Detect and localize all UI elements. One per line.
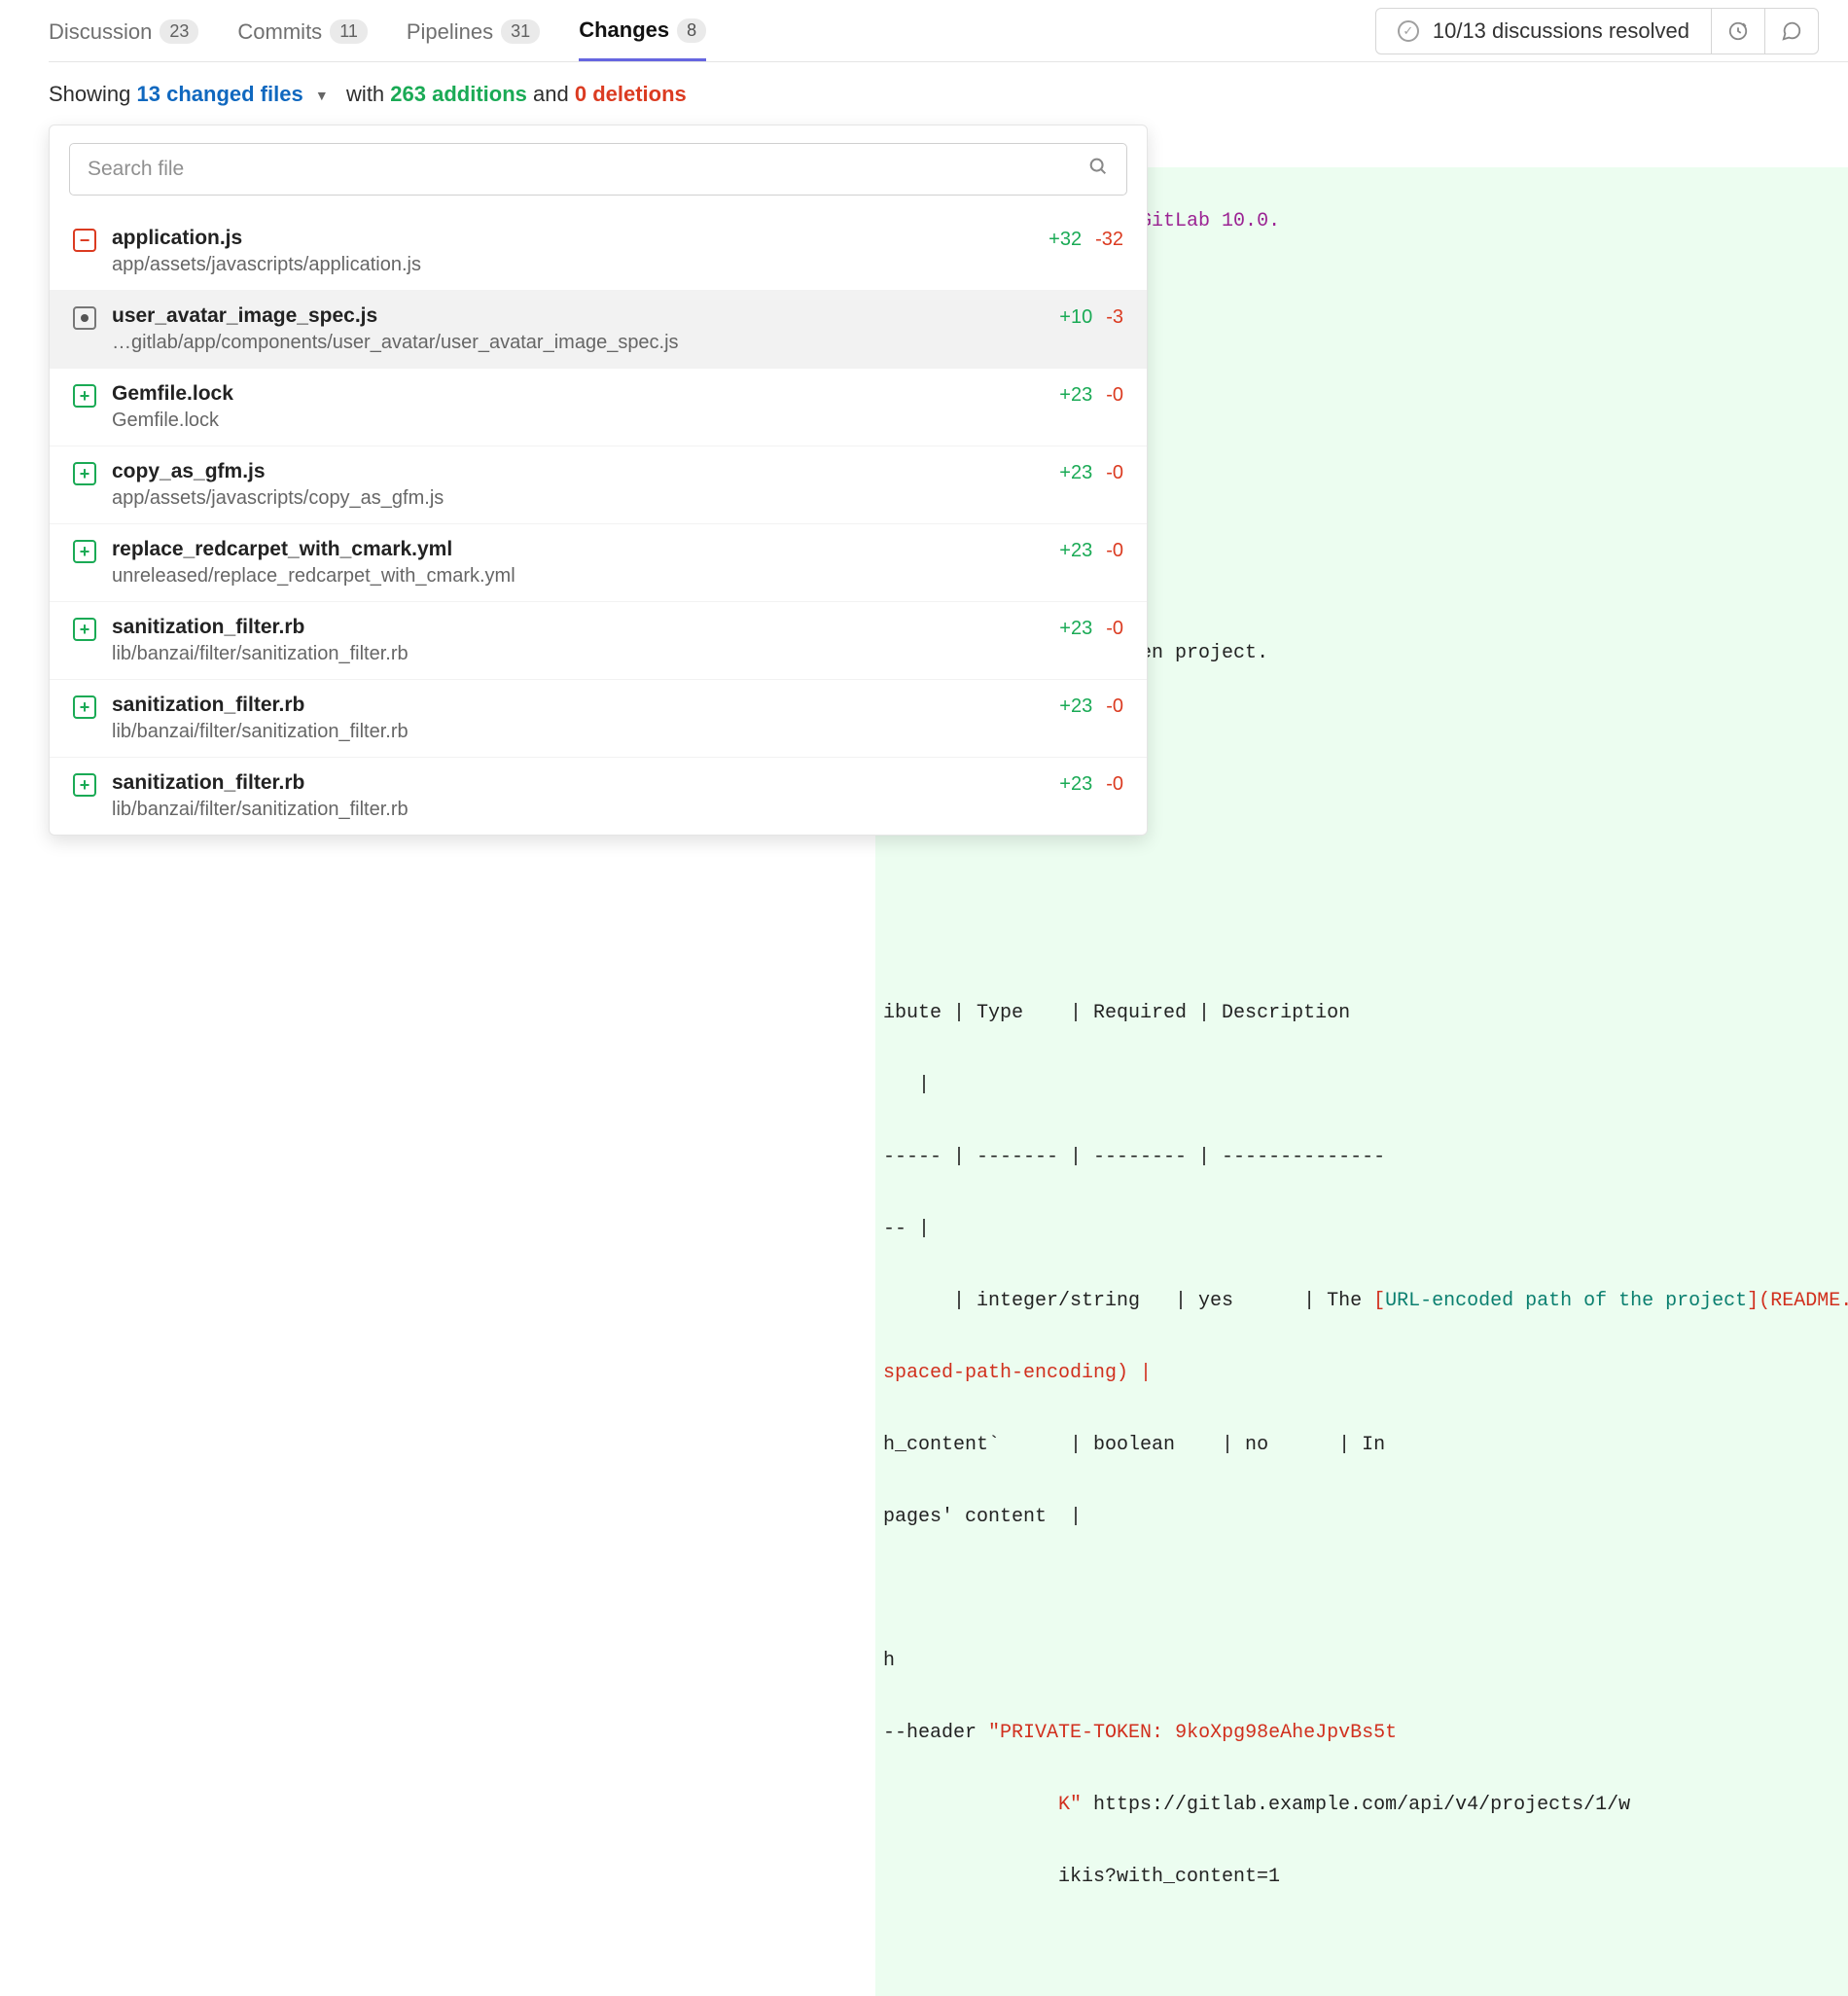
file-name: Gemfile.lock: [112, 382, 1044, 406]
deletions: -0: [1106, 695, 1123, 718]
file-name: application.js: [112, 227, 1033, 250]
file-path: app/assets/javascripts/application.js: [112, 254, 1033, 276]
file-path: lib/banzai/filter/sanitization_filter.rb: [112, 721, 1044, 743]
file-name: sanitization_filter.rb: [112, 616, 1044, 639]
deletions: -0: [1106, 540, 1123, 562]
file-added-icon: +: [73, 618, 96, 641]
tab-label: Discussion: [49, 19, 152, 45]
file-added-icon: +: [73, 462, 96, 485]
additions: +23: [1059, 540, 1092, 562]
file-path: lib/banzai/filter/sanitization_filter.rb: [112, 643, 1044, 665]
tab-badge: 23: [160, 19, 198, 44]
resolved-status: ✓ 10/13 discussions resolved: [1376, 9, 1711, 53]
file-name: replace_redcarpet_with_cmark.yml: [112, 538, 1044, 561]
file-item[interactable]: user_avatar_image_spec.js …gitlab/app/com…: [50, 290, 1147, 368]
file-added-icon: +: [73, 540, 96, 563]
file-path: lib/banzai/filter/sanitization_filter.rb: [112, 799, 1044, 821]
discussion-controls: ✓ 10/13 discussions resolved: [1375, 8, 1848, 54]
tab-label: Commits: [237, 19, 322, 45]
tab-badge: 11: [330, 19, 368, 44]
deletions: -0: [1106, 773, 1123, 796]
file-stats: +10 -3: [1059, 304, 1123, 329]
file-item[interactable]: −application.js app/assets/javascripts/ap…: [50, 213, 1147, 290]
additions: +23: [1059, 773, 1092, 796]
changes-summary: Showing 13 changed files ▼ with 263 addi…: [49, 62, 1848, 125]
file-added-icon: +: [73, 773, 96, 797]
file-path: unreleased/replace_redcarpet_with_cmark.…: [112, 565, 1044, 588]
file-stats: +23 -0: [1059, 460, 1123, 484]
tabs-row: Discussion 23 Commits 11 Pipelines 31 Ch…: [49, 0, 1848, 62]
file-item[interactable]: + copy_as_gfm.js app/assets/javascripts/co…: [50, 446, 1147, 523]
jump-unresolved-button[interactable]: [1764, 9, 1818, 53]
resolved-box: ✓ 10/13 discussions resolved: [1375, 8, 1819, 54]
file-path: …gitlab/app/components/user_avatar/user_…: [112, 332, 1044, 354]
additions: +23: [1059, 618, 1092, 640]
file-item[interactable]: + replace_redcarpet_with_cmark.ymlunrelea…: [50, 523, 1147, 601]
file-stats: +23 -0: [1059, 538, 1123, 562]
changed-files-dropdown[interactable]: 13 changed files ▼: [137, 82, 335, 106]
additions: +23: [1059, 695, 1092, 718]
file-stats: +32 -32: [1048, 227, 1123, 251]
search-icon: [1087, 156, 1109, 183]
file-dropdown-panel: −application.js app/assets/javascripts/ap…: [49, 125, 1148, 836]
file-added-icon: +: [73, 695, 96, 719]
additions: +23: [1059, 462, 1092, 484]
file-added-icon: +: [73, 384, 96, 408]
tab-discussion[interactable]: Discussion 23: [49, 18, 198, 61]
tab-badge: 31: [501, 19, 540, 44]
file-stats: +23 -0: [1059, 771, 1123, 796]
file-search: [69, 143, 1127, 196]
file-stats: +23 -0: [1059, 382, 1123, 407]
file-name: sanitization_filter.rb: [112, 771, 1044, 795]
deletions: -3: [1106, 306, 1123, 329]
summary-additions: 263 additions: [390, 82, 527, 106]
file-name: copy_as_gfm.js: [112, 460, 1044, 483]
file-stats: +23 -0: [1059, 694, 1123, 718]
tab-label: Changes: [579, 18, 669, 43]
tab-changes[interactable]: Changes 8: [579, 18, 706, 61]
summary-showing: Showing: [49, 82, 130, 106]
summary-with: with: [346, 82, 384, 106]
tab-label: Pipelines: [407, 19, 493, 45]
file-item[interactable]: + sanitization_filter.rb lib/banzai/filter…: [50, 757, 1147, 835]
additions: +32: [1048, 229, 1082, 251]
file-item[interactable]: + sanitization_filter.rb lib/banzai/filter…: [50, 601, 1147, 679]
file-changed-icon: [73, 306, 96, 330]
file-name: user_avatar_image_spec.js: [112, 304, 1044, 328]
file-path: Gemfile.lock: [112, 410, 1044, 432]
file-name: sanitization_filter.rb: [112, 694, 1044, 717]
deletions: -0: [1106, 384, 1123, 407]
additions: +10: [1059, 306, 1092, 329]
deletions: -32: [1095, 229, 1123, 251]
resolved-text: 10/13 discussions resolved: [1433, 18, 1689, 44]
tab-pipelines[interactable]: Pipelines 31: [407, 18, 540, 61]
file-modified-icon: −: [73, 229, 96, 252]
check-circle-icon: ✓: [1398, 20, 1419, 42]
summary-deletions: 0 deletions: [575, 82, 687, 106]
deletions: -0: [1106, 462, 1123, 484]
file-stats: +23 -0: [1059, 616, 1123, 640]
chevron-down-icon: ▼: [315, 88, 329, 103]
deletions: -0: [1106, 618, 1123, 640]
tabs: Discussion 23 Commits 11 Pipelines 31 Ch…: [49, 0, 1375, 61]
file-path: app/assets/javascripts/copy_as_gfm.js: [112, 487, 1044, 510]
file-item[interactable]: + sanitization_filter.rb lib/banzai/filter…: [50, 679, 1147, 757]
summary-and: and: [533, 82, 569, 106]
new-thread-button[interactable]: [1711, 9, 1764, 53]
tab-commits[interactable]: Commits 11: [237, 18, 367, 61]
file-item[interactable]: + Gemfile.lock Gemfile.lock +23 -0: [50, 368, 1147, 446]
tab-badge: 8: [677, 18, 706, 43]
additions: +23: [1059, 384, 1092, 407]
file-list: −application.js app/assets/javascripts/ap…: [50, 213, 1147, 835]
search-input[interactable]: [88, 158, 1087, 181]
